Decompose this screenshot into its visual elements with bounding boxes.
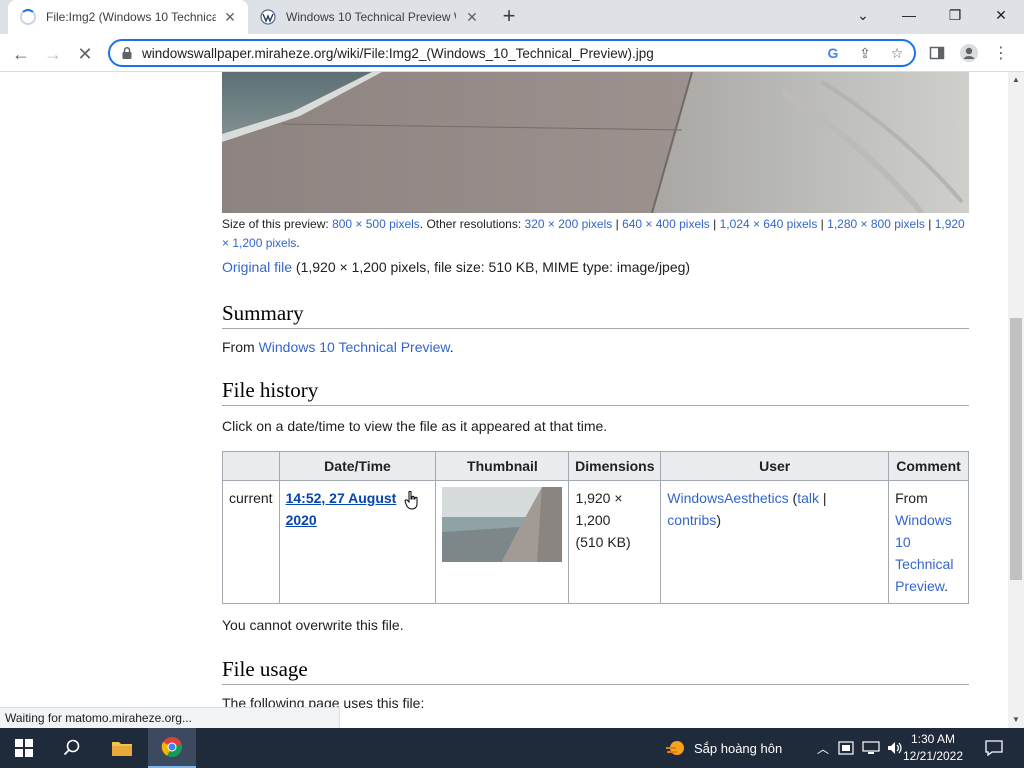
tab-title: File:Img2 (Windows 10 Technical Preview)… — [46, 10, 216, 24]
row-thumbnail-cell — [435, 480, 570, 604]
url-text[interactable]: windowswallpaper.miraheze.org/wiki/File:… — [142, 46, 654, 61]
new-tab-button[interactable]: + — [498, 5, 520, 28]
col-header: Dimensions — [568, 451, 662, 481]
file-preview-image[interactable] — [222, 72, 969, 213]
close-window-button[interactable]: ✕ — [978, 0, 1024, 30]
col-header: Thumbnail — [435, 451, 570, 481]
minimize-button[interactable]: — — [886, 0, 932, 30]
thumbnail-image[interactable] — [442, 487, 563, 562]
loading-spinner-icon — [20, 9, 36, 25]
google-icon[interactable]: G — [824, 44, 842, 62]
file-history-intro: Click on a date/time to view the file as… — [222, 418, 608, 434]
table-row: current 14:52, 27 August 2020 1,920 × 1,… — [222, 480, 969, 604]
notification-center-button[interactable] — [976, 728, 1012, 768]
user-contribs-link[interactable]: contribs — [667, 512, 716, 528]
address-bar[interactable]: windowswallpaper.miraheze.org/wiki/File:… — [108, 39, 916, 67]
row-dimensions-cell: 1,920 × 1,200 (510 KB) — [568, 480, 662, 604]
side-panel-icon[interactable] — [926, 42, 948, 64]
col-header — [222, 451, 280, 481]
maximize-button[interactable]: ❐ — [932, 0, 978, 30]
summary-link[interactable]: Windows 10 Technical Preview — [259, 339, 450, 355]
scroll-thumb[interactable] — [1010, 318, 1022, 580]
row-comment-cell: From Windows 10 Technical Preview. — [888, 480, 969, 604]
menu-kebab-icon[interactable]: ⋮ — [990, 42, 1012, 64]
forward-button[interactable]: → — [40, 41, 66, 67]
user-link[interactable]: WindowsAesthetics — [667, 490, 788, 506]
file-explorer-button[interactable] — [98, 728, 146, 768]
tab-active[interactable]: File:Img2 (Windows 10 Technical Preview)… — [8, 0, 248, 34]
row-datetime-cell: 14:52, 27 August 2020 — [278, 480, 437, 604]
comment-link[interactable]: Technical — [895, 556, 953, 572]
clock-time: 1:30 AM — [910, 732, 956, 746]
browser-toolbar: ← → ✕ windowswallpaper.miraheze.org/wiki… — [0, 34, 1024, 72]
page-viewport: Size of this preview: 800 × 500 pixels. … — [0, 72, 1008, 728]
comment-link[interactable]: Preview — [895, 578, 944, 594]
datetime-link[interactable]: 14:52, 27 August 2020 — [286, 490, 397, 528]
original-file-line: Original file (1,920 × 1,200 pixels, fil… — [222, 259, 690, 275]
file-usage-heading: File usage — [222, 657, 969, 685]
col-header: Date/Time — [278, 451, 437, 481]
resolution-link[interactable]: 640 × 400 pixels — [622, 217, 710, 231]
original-file-link[interactable]: Original file — [222, 259, 292, 275]
sunset-icon — [666, 741, 684, 755]
share-icon[interactable]: ⇪ — [856, 44, 874, 62]
weather-text: Sắp hoàng hôn — [694, 740, 783, 756]
profile-avatar[interactable] — [958, 42, 980, 64]
security-tray-icon[interactable] — [836, 728, 856, 768]
preview-size-link[interactable]: 800 × 500 pixels — [332, 217, 420, 231]
clock-date: 12/21/2022 — [902, 749, 964, 763]
bookmark-star-icon[interactable]: ☆ — [888, 44, 906, 62]
chrome-icon — [161, 737, 182, 758]
original-file-info: (1,920 × 1,200 pixels, file size: 510 KB… — [295, 259, 691, 275]
user-talk-link[interactable]: talk — [797, 490, 819, 506]
search-button[interactable] — [48, 728, 96, 768]
summary-heading: Summary — [222, 301, 969, 329]
file-history-heading: File history — [222, 378, 969, 406]
lock-icon[interactable] — [120, 46, 134, 60]
col-header: Comment — [888, 451, 969, 481]
scroll-up-arrow-icon[interactable]: ▲ — [1008, 72, 1024, 88]
close-tab-icon[interactable]: ✕ — [222, 9, 238, 25]
row-status: current — [222, 480, 280, 604]
comment-link[interactable]: Windows — [895, 512, 952, 528]
resolution-link[interactable]: 1,280 × 800 pixels — [827, 217, 925, 231]
tab-strip: File:Img2 (Windows 10 Technical Preview)… — [0, 0, 1024, 34]
overwrite-note: You cannot overwrite this file. — [222, 617, 404, 633]
row-user-cell: WindowsAesthetics (talk | contribs) — [660, 480, 890, 604]
close-tab-icon[interactable]: ✕ — [464, 9, 480, 25]
resolution-link[interactable]: 320 × 200 pixels — [525, 217, 613, 231]
search-icon — [63, 739, 80, 756]
wiki-favicon-icon — [260, 9, 276, 25]
tray-overflow-chevron-icon[interactable]: ︿ — [814, 728, 832, 768]
tab-inactive[interactable]: Windows 10 Technical Preview Wallpapers … — [250, 0, 490, 34]
scroll-down-arrow-icon[interactable]: ▼ — [1008, 712, 1024, 728]
windows-taskbar: Sắp hoàng hôn ︿ 1:30 AM 12/21/2022 — [0, 728, 1024, 768]
taskbar-clock[interactable]: 1:30 AM 12/21/2022 — [898, 731, 968, 765]
windows-logo-icon — [15, 739, 33, 757]
status-bubble: Waiting for matomo.miraheze.org... — [0, 707, 340, 728]
comment-link[interactable]: 10 — [895, 534, 911, 550]
resolution-link[interactable]: 1,024 × 640 pixels — [720, 217, 818, 231]
weather-widget[interactable]: Sắp hoàng hôn — [664, 728, 804, 768]
page-scrollbar[interactable]: ▲ ▼ — [1008, 72, 1024, 728]
hand-cursor-icon — [404, 491, 418, 510]
tab-title: Windows 10 Technical Preview Wallpapers — [286, 10, 456, 24]
folder-icon — [112, 742, 132, 756]
col-header: User — [660, 451, 890, 481]
notification-icon — [985, 740, 1003, 756]
back-button[interactable]: ← — [8, 41, 34, 67]
summary-text: From Windows 10 Technical Preview. — [222, 339, 454, 355]
chrome-taskbar-button[interactable] — [148, 728, 196, 768]
tab-search-icon[interactable]: ⌄ — [840, 0, 886, 30]
network-icon[interactable] — [860, 728, 882, 768]
start-button[interactable] — [0, 728, 48, 768]
stop-loading-button[interactable]: ✕ — [72, 41, 98, 67]
file-history-table: Date/Time Thumbnail Dimensions User Comm… — [222, 451, 969, 604]
preview-size-note: Size of this preview: 800 × 500 pixels. … — [222, 217, 965, 250]
